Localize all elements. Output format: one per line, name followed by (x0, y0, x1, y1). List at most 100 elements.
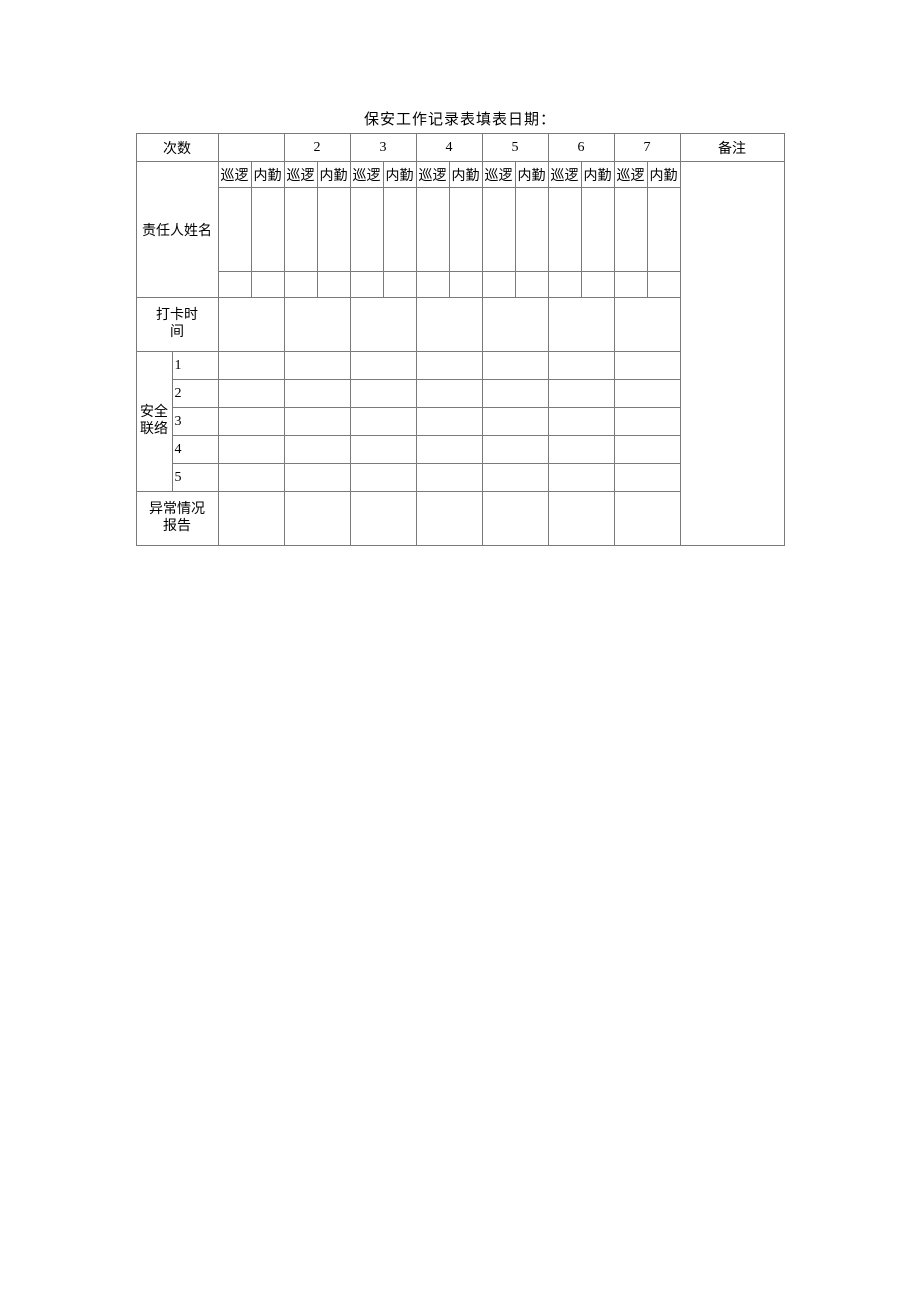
cell[interactable] (218, 436, 284, 464)
cell[interactable] (317, 272, 350, 298)
sub-duty: 内勤 (317, 162, 350, 188)
cell[interactable] (350, 436, 416, 464)
cell[interactable] (284, 436, 350, 464)
cell[interactable] (482, 408, 548, 436)
sub-patrol: 巡逻 (218, 162, 251, 188)
header-col-6: 6 (548, 134, 614, 162)
cell[interactable] (218, 380, 284, 408)
cell[interactable] (548, 352, 614, 380)
cell[interactable] (350, 272, 383, 298)
cell[interactable] (548, 272, 581, 298)
cell[interactable] (218, 298, 284, 352)
cell[interactable] (284, 492, 350, 546)
cell[interactable] (581, 188, 614, 272)
cell[interactable] (350, 492, 416, 546)
header-count: 次数 (136, 134, 218, 162)
cell[interactable] (218, 492, 284, 546)
sub-duty: 内勤 (581, 162, 614, 188)
cell[interactable] (482, 492, 548, 546)
row-safety-label: 安全 联络 (136, 352, 172, 492)
remarks-cell[interactable] (680, 162, 784, 546)
cell[interactable] (350, 298, 416, 352)
cell[interactable] (284, 352, 350, 380)
cell[interactable] (482, 352, 548, 380)
cell[interactable] (482, 188, 515, 272)
cell[interactable] (284, 464, 350, 492)
cell[interactable] (515, 272, 548, 298)
cell[interactable] (383, 272, 416, 298)
cell[interactable] (416, 380, 482, 408)
row-responsible-label: 责任人姓名 (136, 162, 218, 298)
safety-item-5: 5 (172, 464, 218, 492)
cell[interactable] (284, 380, 350, 408)
cell[interactable] (548, 464, 614, 492)
cell[interactable] (449, 188, 482, 272)
cell[interactable] (416, 272, 449, 298)
clock-l2: 间 (170, 325, 184, 340)
cell[interactable] (482, 436, 548, 464)
cell[interactable] (449, 272, 482, 298)
cell[interactable] (614, 272, 647, 298)
cell[interactable] (284, 272, 317, 298)
cell[interactable] (218, 408, 284, 436)
cell[interactable] (548, 436, 614, 464)
cell[interactable] (416, 492, 482, 546)
cell[interactable] (548, 408, 614, 436)
cell[interactable] (482, 464, 548, 492)
cell[interactable] (614, 380, 680, 408)
cell[interactable] (383, 188, 416, 272)
cell[interactable] (284, 188, 317, 272)
sub-duty: 内勤 (515, 162, 548, 188)
header-col-3: 3 (350, 134, 416, 162)
cell[interactable] (614, 188, 647, 272)
cell[interactable] (581, 272, 614, 298)
cell[interactable] (218, 188, 251, 272)
cell[interactable] (284, 298, 350, 352)
safety-l1: 安全 (140, 405, 168, 420)
sub-patrol: 巡逻 (482, 162, 515, 188)
cell[interactable] (218, 464, 284, 492)
cell[interactable] (350, 380, 416, 408)
cell[interactable] (614, 298, 680, 352)
cell[interactable] (416, 188, 449, 272)
cell[interactable] (614, 436, 680, 464)
cell[interactable] (482, 298, 548, 352)
cell[interactable] (614, 492, 680, 546)
cell[interactable] (284, 408, 350, 436)
cell[interactable] (416, 408, 482, 436)
cell[interactable] (251, 188, 284, 272)
header-col-5: 5 (482, 134, 548, 162)
cell[interactable] (416, 298, 482, 352)
sub-patrol: 巡逻 (548, 162, 581, 188)
sub-patrol: 巡逻 (614, 162, 647, 188)
cell[interactable] (350, 352, 416, 380)
cell[interactable] (482, 272, 515, 298)
cell[interactable] (548, 380, 614, 408)
cell[interactable] (647, 188, 680, 272)
form-title: 保安工作记录表填表日期： (0, 108, 920, 129)
cell[interactable] (548, 298, 614, 352)
cell[interactable] (416, 352, 482, 380)
cell[interactable] (614, 464, 680, 492)
safety-item-4: 4 (172, 436, 218, 464)
cell[interactable] (515, 188, 548, 272)
cell[interactable] (350, 188, 383, 272)
cell[interactable] (548, 492, 614, 546)
safety-item-2: 2 (172, 380, 218, 408)
cell[interactable] (218, 272, 251, 298)
cell[interactable] (548, 188, 581, 272)
cell[interactable] (218, 352, 284, 380)
cell[interactable] (350, 408, 416, 436)
record-table: 次数 2 3 4 5 6 7 备注 责任人姓名 巡逻内勤 巡逻内勤 巡逻内勤 巡… (136, 133, 785, 546)
cell[interactable] (482, 380, 548, 408)
cell[interactable] (416, 436, 482, 464)
cell[interactable] (317, 188, 350, 272)
cell[interactable] (251, 272, 284, 298)
cell[interactable] (614, 352, 680, 380)
clock-l1: 打卡时 (156, 308, 198, 323)
cell[interactable] (350, 464, 416, 492)
cell[interactable] (647, 272, 680, 298)
cell[interactable] (416, 464, 482, 492)
cell[interactable] (614, 408, 680, 436)
header-col-2: 2 (284, 134, 350, 162)
